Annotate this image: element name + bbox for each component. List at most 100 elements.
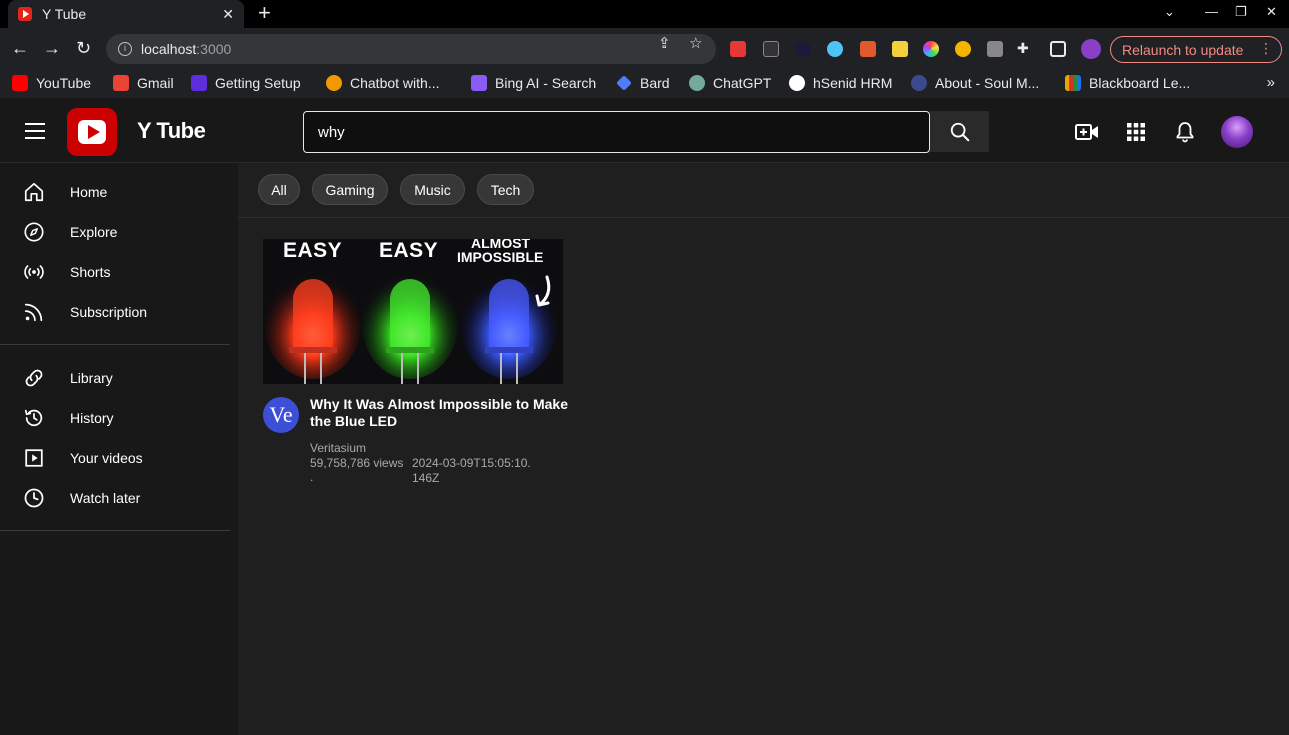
back-icon[interactable]: ← [11,38,29,58]
sidebar-item-label: History [70,410,114,426]
thumb-text-impossible: IMPOSSIBLE [457,249,544,265]
sidebar-item-label: Shorts [70,264,111,280]
close-window-icon[interactable]: ✕ [1266,4,1277,20]
forward-icon[interactable]: → [43,38,61,58]
channel-avatar[interactable]: Ve [263,397,299,433]
extension-save-icon[interactable] [987,41,1003,57]
bookmark-label: ChatGPT [713,75,772,91]
url-host: localhost [141,41,197,57]
bookmark-label: Getting Setup [215,75,301,91]
extension-download-icon[interactable] [730,41,746,57]
bookmark-label: Blackboard Le... [1089,75,1191,91]
channel-name[interactable]: Veritasium [310,441,366,455]
bookmark-label: Gmail [137,75,174,91]
extension-ds-icon[interactable] [795,41,811,57]
sidebar: Home Explore Shorts Subscription Library… [0,163,238,735]
user-avatar[interactable] [1221,116,1253,148]
sidebar-item-library[interactable]: Library [0,358,230,398]
sidebar-item-label: Subscription [70,304,148,320]
bookmark-getting-setup[interactable]: Getting Setup [191,75,301,91]
bookmark-soul[interactable]: About - Soul M... [911,75,1039,91]
sidebar-divider [0,344,230,345]
search-input[interactable] [303,111,930,153]
side-panel-icon[interactable] [1050,41,1066,57]
video-thumbnail[interactable]: EASY EASY ALMOST IMPOSSIBLE [263,239,563,384]
blackboard-icon [1065,75,1081,91]
filter-chips-bar: All Gaming Music Tech [238,163,1289,218]
sidebar-item-shorts[interactable]: Shorts [0,252,230,292]
sidebar-item-subscription[interactable]: Subscription [0,292,230,332]
profile-avatar-icon[interactable] [1081,39,1101,59]
bookmark-chatgpt[interactable]: ChatGPT [689,75,771,91]
bookmark-star-icon[interactable]: ☆ [689,34,702,52]
url-port: :3000 [196,41,232,57]
chip-tech[interactable]: Tech [477,174,534,205]
sidebar-item-watch-later[interactable]: Watch later [0,478,230,518]
close-tab-icon[interactable]: ✕ [222,6,234,23]
brand-title[interactable]: Y Tube [137,118,206,144]
extensions-puzzle-icon[interactable]: ✚ [1017,40,1029,57]
search-button[interactable] [930,111,989,152]
create-video-icon[interactable] [1075,120,1099,144]
bookmark-gmail[interactable]: Gmail [113,75,174,91]
search-icon [950,122,969,141]
ytube-logo-icon[interactable] [67,108,117,156]
bookmark-label: About - Soul M... [935,75,1040,91]
soul-icon [911,75,927,91]
thumb-text-easy-left: EASY [283,239,343,262]
extension-color-icon[interactable] [923,41,939,57]
bookmark-label: Bard [640,75,670,91]
bookmark-label: hSenid HRM [813,75,893,91]
browser-tab[interactable]: Y Tube ✕ [8,0,244,28]
apps-grid-icon[interactable] [1124,120,1148,144]
minimize-icon[interactable]: — [1205,4,1218,19]
relaunch-to-update-button[interactable]: Relaunch to update ⋮ [1110,36,1282,63]
chip-gaming[interactable]: Gaming [312,174,388,205]
sidebar-item-label: Library [70,370,113,386]
address-bar[interactable]: i localhost:3000 [106,34,716,64]
site-info-icon[interactable]: i [118,42,132,56]
bookmark-youtube[interactable]: YouTube [12,75,91,91]
reload-icon[interactable]: ↻ [76,38,91,58]
bookmark-bard[interactable]: Bard [616,75,670,91]
extension-timer-icon[interactable] [827,41,843,57]
extension-wave-icon[interactable] [860,41,876,57]
sidebar-item-history[interactable]: History [0,398,230,438]
compass-icon [24,222,44,242]
bookmarks-overflow-icon[interactable]: » [1267,74,1275,91]
bookmark-chatbot[interactable]: Chatbot with... [326,75,440,91]
bookmark-label: Bing AI - Search [495,75,597,91]
meta-separator: . [310,470,314,484]
chip-music[interactable]: Music [400,174,465,205]
notifications-bell-icon[interactable] [1173,120,1197,144]
extension-ts-icon[interactable] [763,41,779,57]
tab-search-icon[interactable]: ⌄ [1164,4,1175,20]
bookmark-bing-ai[interactable]: Bing AI - Search [471,75,596,91]
browser-tab-strip: Y Tube ✕ + ⌄ — ❐ ✕ [0,0,1289,28]
bing-icon [471,75,487,91]
extension-note-icon[interactable] [892,41,908,57]
menu-hamburger-icon[interactable] [25,123,45,139]
sidebar-item-your-videos[interactable]: Your videos [0,438,230,478]
sidebar-item-label: Watch later [70,490,141,506]
getting-setup-icon [191,75,207,91]
video-title[interactable]: Why It Was Almost Impossible to Make the… [310,396,570,430]
thumb-text-easy-middle: EASY [379,239,439,262]
app-header: Y Tube [0,98,1289,163]
gmail-icon [113,75,129,91]
upload-date: 2024-03-09T15:05:10.146Z [412,456,531,485]
chatbot-icon [326,75,342,91]
extension-coin-icon[interactable] [955,41,971,57]
sidebar-item-explore[interactable]: Explore [0,212,230,252]
bookmark-blackboard[interactable]: Blackboard Le... [1065,75,1190,91]
bard-icon [616,75,632,91]
clock-icon [24,488,44,508]
sidebar-item-home[interactable]: Home [0,172,230,212]
browser-toolbar: ← → ↻ i localhost:3000 ⇪ ☆ ✚ Relaunch to… [0,28,1289,70]
restore-icon[interactable]: ❐ [1235,4,1247,20]
new-tab-button[interactable]: + [258,2,271,24]
share-icon[interactable]: ⇪ [658,34,671,52]
chip-all[interactable]: All [258,174,300,205]
menu-dots-icon[interactable]: ⋮ [1259,40,1273,57]
bookmark-hsenid[interactable]: hSenid HRM [789,75,892,91]
